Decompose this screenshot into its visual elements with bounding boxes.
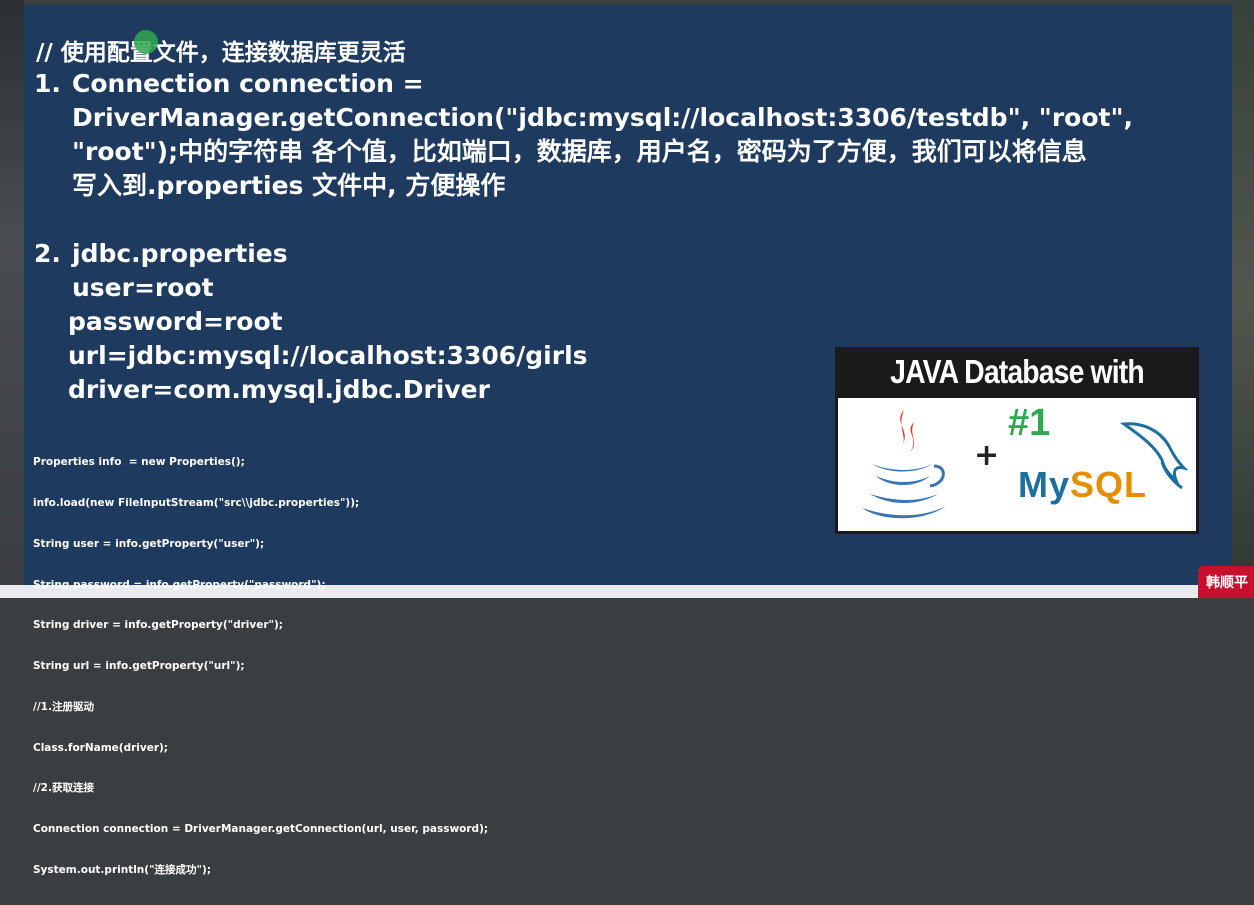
- code-line: System.out.println("连接成功");: [33, 864, 212, 876]
- code-line: String password = info.getProperty("pass…: [33, 578, 326, 591]
- code-line: String url = info.getProperty("url");: [33, 660, 245, 673]
- list-line: "root");中的字符串 各个值，比如端口，数据库，用户名，密码为了方便，我们…: [72, 137, 1087, 166]
- mysql-my: My: [1018, 464, 1071, 505]
- code-line: Properties info = new Properties();: [33, 456, 245, 469]
- java-cup-icon: [862, 410, 946, 519]
- code-line: //1.注册驱动: [33, 700, 94, 713]
- mysql-logo-text: MySQL: [1018, 464, 1147, 506]
- list-line: 写入到.properties 文件中, 方便操作: [72, 171, 506, 200]
- banner-title: JAVA Database with JDBC: [890, 353, 1145, 440]
- list-number: 2.: [34, 239, 61, 268]
- code-line: String driver = info.getProperty("driver…: [33, 619, 283, 632]
- list-line: Connection connection =: [72, 69, 424, 98]
- list-item-1: 1. Connection connection = DriverManager…: [34, 67, 1224, 203]
- code-line: Connection connection = DriverManager.ge…: [33, 823, 489, 836]
- course-banner: JAVA Database with JDBC + #1 MySQL: [835, 347, 1199, 534]
- list-number: 1.: [34, 69, 61, 98]
- right-frame-edge: [1232, 0, 1254, 598]
- code-line: info.load(new FileInputStream("src\\jdbc…: [33, 496, 360, 509]
- list-line: jdbc.properties: [72, 239, 288, 268]
- property-line: password=root: [68, 307, 283, 336]
- banner-body: + #1 MySQL: [838, 398, 1196, 531]
- left-frame-edge: [0, 0, 24, 598]
- mysql-sql: SQL: [1070, 464, 1148, 505]
- code-line: Class.forName(driver);: [33, 741, 169, 754]
- slide-heading: // 使用配置文件，连接数据库更灵活: [36, 40, 406, 66]
- code-snippet: Properties info = new Properties(); info…: [33, 429, 488, 905]
- pointer-cursor-icon: [134, 30, 158, 54]
- plus-sign: +: [974, 438, 1000, 473]
- presentation-slide: // 使用配置文件，连接数据库更灵活 1. Connection connect…: [24, 5, 1232, 876]
- list-line: DriverManager.getConnection("jdbc:mysql:…: [72, 103, 1133, 132]
- property-line: user=root: [72, 273, 214, 302]
- author-watermark: 韩顺平: [1198, 566, 1254, 598]
- code-line: //2.获取连接: [33, 782, 94, 795]
- code-line: String user = info.getProperty("user");: [33, 537, 265, 550]
- episode-number: #1: [1008, 402, 1051, 444]
